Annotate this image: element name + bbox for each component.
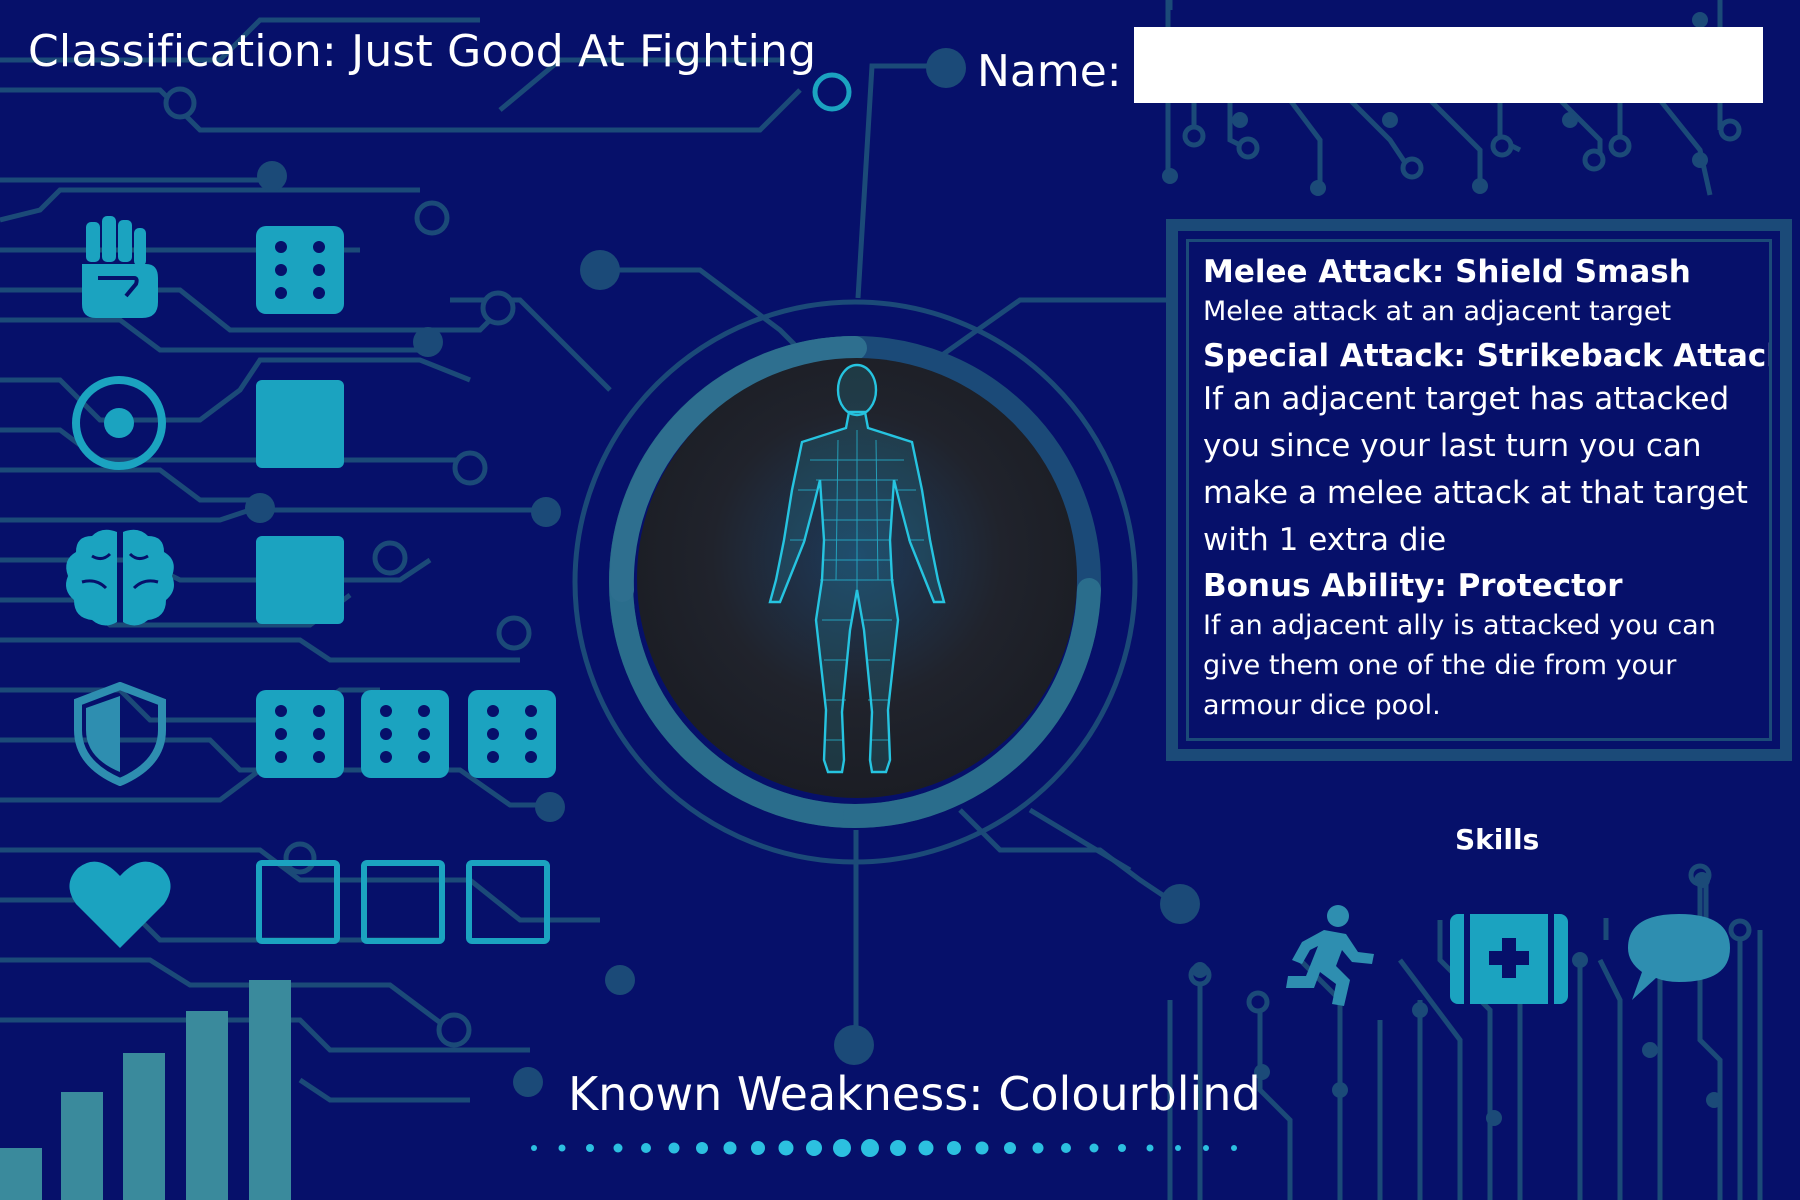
shield-icon (74, 682, 166, 786)
running-person-icon (1286, 905, 1374, 1006)
signal-bars-decoration (0, 980, 291, 1200)
bonus-ability-description-line: give them one of the die from your (1203, 650, 1677, 681)
first-aid-kit-icon (1450, 914, 1568, 1004)
health-slot (361, 860, 445, 944)
die-six-icon (256, 690, 344, 778)
brain-icon (66, 529, 174, 626)
stat-box-empty (256, 536, 344, 624)
die-six-icon (256, 226, 344, 314)
classification-title: Classification: Just Good At Fighting (28, 26, 817, 77)
character-card: Classification: Just Good At Fighting Na… (0, 0, 1800, 1200)
special-attack-title: Special Attack: Strikeback Attack (1203, 338, 1772, 374)
bonus-ability-description-line: If an adjacent ally is attacked you can (1203, 610, 1716, 641)
health-slot (466, 860, 550, 944)
raised-fist-icon (82, 216, 158, 318)
known-weakness: Known Weakness: Colourblind (568, 1067, 1261, 1121)
heart-icon (69, 861, 171, 948)
dotted-divider (531, 1139, 1237, 1157)
stat-box-empty (256, 380, 344, 468)
name-label: Name: (977, 46, 1122, 97)
special-attack-description-line: with 1 extra die (1203, 522, 1447, 558)
die-six-icon (361, 690, 449, 778)
die-six-icon (468, 690, 556, 778)
portrait-frame (572, 299, 1138, 865)
melee-attack-title: Melee Attack: Shield Smash (1203, 254, 1691, 290)
special-attack-description-line: make a melee attack at that target (1203, 475, 1748, 511)
special-attack-description-line: If an adjacent target has attacked (1203, 381, 1730, 417)
abilities-panel: Melee Attack: Shield Smash Melee attack … (1166, 219, 1792, 761)
target-icon (72, 376, 166, 470)
name-input[interactable] (1134, 27, 1763, 103)
health-slot (256, 860, 340, 944)
bonus-ability-title: Bonus Ability: Protector (1203, 568, 1623, 604)
special-attack-description-line: you since your last turn you can (1203, 428, 1702, 464)
bonus-ability-description-line: armour dice pool. (1203, 690, 1441, 721)
skills-title: Skills (1455, 823, 1540, 856)
melee-attack-description: Melee attack at an adjacent target (1203, 296, 1672, 327)
speech-bubble-icon (1628, 914, 1730, 1000)
